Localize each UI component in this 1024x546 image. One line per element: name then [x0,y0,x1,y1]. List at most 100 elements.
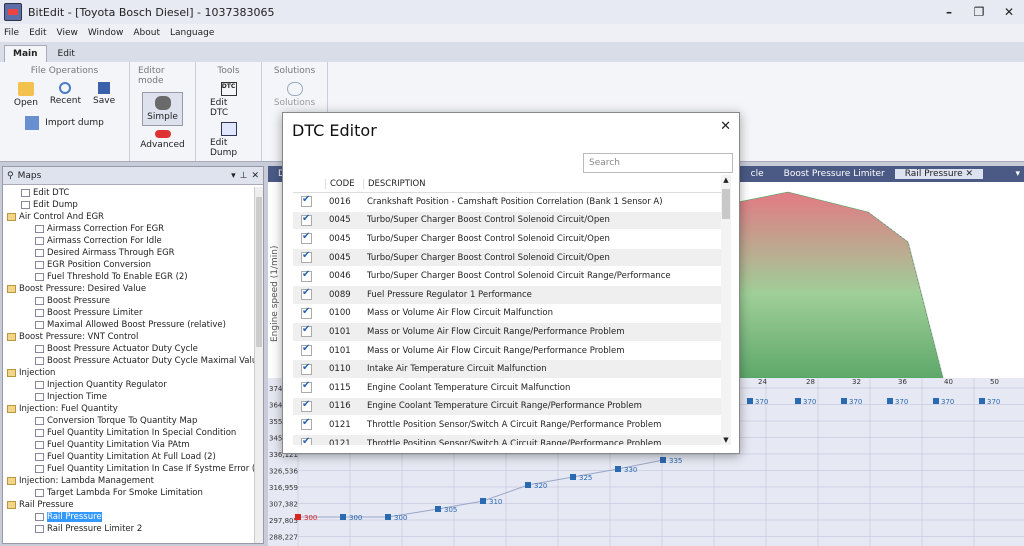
menu-view[interactable]: View [57,28,78,38]
tree-item[interactable]: EGR Position Conversion [3,259,255,271]
tree-item[interactable]: Fuel Threshold To Enable EGR (2) [3,271,255,283]
close-window-button[interactable]: ✕ [994,5,1024,19]
tree-item[interactable]: Fuel Quantity Limitation At Full Load (2… [3,451,255,463]
dtc-code: 0045 [329,252,351,263]
tree-item[interactable]: Injection Quantity Regulator [3,379,255,391]
scroll-down-icon[interactable]: ▼ [721,436,731,444]
tree-item[interactable]: Conversion Torque To Quantity Map [3,415,255,427]
table-row[interactable]: 0101 Mass or Volume Air Flow Circuit Rang… [293,342,723,361]
tree-item[interactable]: Boost Pressure Actuator Duty Cycle Maxim… [3,355,255,367]
tree-item[interactable]: Injection Time [3,391,255,403]
enabled-checkbox[interactable] [301,194,312,208]
solutions-button[interactable]: Solutions [274,82,315,108]
open-button[interactable]: Open [14,82,38,108]
edit-dump-button[interactable]: Edit Dump [210,122,247,158]
data-label: 320 [534,482,547,490]
enabled-checkbox[interactable] [301,324,312,338]
maps-scrollbar[interactable] [254,187,263,543]
tree-item[interactable]: Boost Pressure [3,295,255,307]
enabled-checkbox[interactable] [301,231,312,245]
advanced-button[interactable]: Advanced [140,130,185,150]
tree-item-label: Fuel Quantity Limitation At Full Load (2… [47,452,216,462]
tree-item[interactable]: Airmass Correction For Idle [3,235,255,247]
tree-item-label: Injection: Fuel Quantity [19,404,118,414]
scroll-up-icon[interactable]: ▲ [721,176,731,184]
data-label: 370 [803,398,816,406]
tree-item[interactable]: Maximal Allowed Boost Pressure (relative… [3,319,255,331]
doc-tab-boost-pressure-limiter[interactable]: Boost Pressure Limiter [774,169,895,179]
enabled-checkbox[interactable] [301,213,312,226]
table-row[interactable]: 0089 Fuel Pressure Regulator 1 Performanc… [293,285,723,305]
close-tab-icon[interactable]: ✕ [966,169,974,179]
enabled-checkbox[interactable] [301,250,312,264]
tree-item[interactable]: Target Lambda For Smoke Limitation [3,487,255,499]
simple-button[interactable]: Simple [142,92,183,126]
tree-folder[interactable]: Boost Pressure: Desired Value [3,283,255,295]
tree-item[interactable]: Fuel Quantity Limitation In Special Cond… [3,427,255,439]
table-row[interactable]: 0121 Throttle Position Sensor/Switch A Ci… [293,416,723,435]
tree-folder[interactable]: Boost Pressure: VNT Control [3,331,255,343]
column-description[interactable]: DESCRIPTION [363,178,723,189]
tree-item[interactable]: Airmass Correction For EGR [3,223,255,235]
table-row[interactable]: 0115 Engine Coolant Temperature Circuit M… [293,379,723,398]
tab-main[interactable]: Main [4,45,47,62]
search-input[interactable]: Search [583,153,733,173]
tree-item-label: Rail Pressure [47,512,102,522]
restore-button[interactable]: ❐ [964,5,994,19]
enabled-checkbox[interactable] [301,269,312,282]
menu-file[interactable]: File [4,28,19,38]
tree-item[interactable]: Boost Pressure Actuator Duty Cycle [3,343,255,355]
table-row[interactable]: 0121 Throttle Position Sensor/Switch A Ci… [293,434,723,445]
table-row[interactable]: 0100 Mass or Volume Air Flow Circuit Malf… [293,305,723,324]
table-row[interactable]: 0046 Turbo/Super Charger Boost Control So… [293,267,723,286]
tree-folder[interactable]: Rail Pressure [3,499,255,511]
tree-item[interactable]: Rail Pressure [3,511,255,523]
table-row[interactable]: 0045 Turbo/Super Charger Boost Control So… [293,248,723,268]
doc-tab-rail-pressure[interactable]: Rail Pressure ✕ [894,169,984,179]
tree-item[interactable]: Fuel Quantity Limitation Via PAtm [3,439,255,451]
table-row[interactable]: 0116 Engine Coolant Temperature Circuit R… [293,397,723,417]
menu-language[interactable]: Language [170,28,214,38]
tab-menu-icon[interactable]: ▾ [1015,169,1020,179]
tree-item[interactable]: Rail Pressure Limiter 2 [3,523,255,535]
close-dialog-button[interactable]: ✕ [720,119,731,134]
save-button[interactable]: Save [93,82,115,108]
table-row[interactable]: 0045 Turbo/Super Charger Boost Control So… [293,230,723,249]
enabled-checkbox[interactable] [301,362,312,375]
tree-folder[interactable]: Injection: Fuel Quantity [3,403,255,415]
enabled-checkbox[interactable] [301,436,312,445]
edit-dtc-button[interactable]: DTC Edit DTC [210,82,247,118]
menu-edit[interactable]: Edit [29,28,46,38]
enabled-checkbox[interactable] [301,380,312,394]
dtc-scrollbar[interactable]: ▲ ▼ [721,175,731,445]
table-row[interactable]: 0016 Crankshaft Position - Camshaft Posit… [293,193,723,212]
close-panel-icon[interactable]: ✕ [251,171,259,181]
table-row[interactable]: 0101 Mass or Volume Air Flow Circuit Rang… [293,323,723,342]
pin-icon[interactable]: ⊥ [240,171,248,181]
enabled-checkbox[interactable] [301,287,312,301]
tree-item[interactable]: Edit Dump [3,199,255,211]
tree-item[interactable]: Boost Pressure Limiter [3,307,255,319]
table-row[interactable]: 0045 Turbo/Super Charger Boost Control So… [293,211,723,231]
dtc-code: 0045 [329,233,351,244]
table-row[interactable]: 0110 Intake Air Temperature Circuit Malfu… [293,360,723,379]
enabled-checkbox[interactable] [301,306,312,319]
tree-item[interactable]: Fuel Quantity Limitation In Case If Syst… [3,463,255,475]
import-dump-button[interactable]: Import dump [25,116,104,130]
menu-about[interactable]: About [133,28,160,38]
minimize-button[interactable]: – [934,5,964,19]
menu-window[interactable]: Window [88,28,124,38]
enabled-checkbox[interactable] [301,343,312,357]
tree-item[interactable]: Edit DTC [3,187,255,199]
enabled-checkbox[interactable] [301,417,312,431]
tree-folder[interactable]: Injection: Lambda Management [3,475,255,487]
tab-edit[interactable]: Edit [49,45,84,62]
recent-button[interactable]: Recent [50,82,81,108]
tree-item[interactable]: Desired Airmass Through EGR [3,247,255,259]
doc-tab-cle[interactable]: cle [741,169,774,179]
dropdown-icon[interactable]: ▾ [231,171,236,181]
column-code[interactable]: CODE [325,178,363,189]
enabled-checkbox[interactable] [301,399,312,412]
tree-folder[interactable]: Air Control And EGR [3,211,255,223]
tree-folder[interactable]: Injection [3,367,255,379]
